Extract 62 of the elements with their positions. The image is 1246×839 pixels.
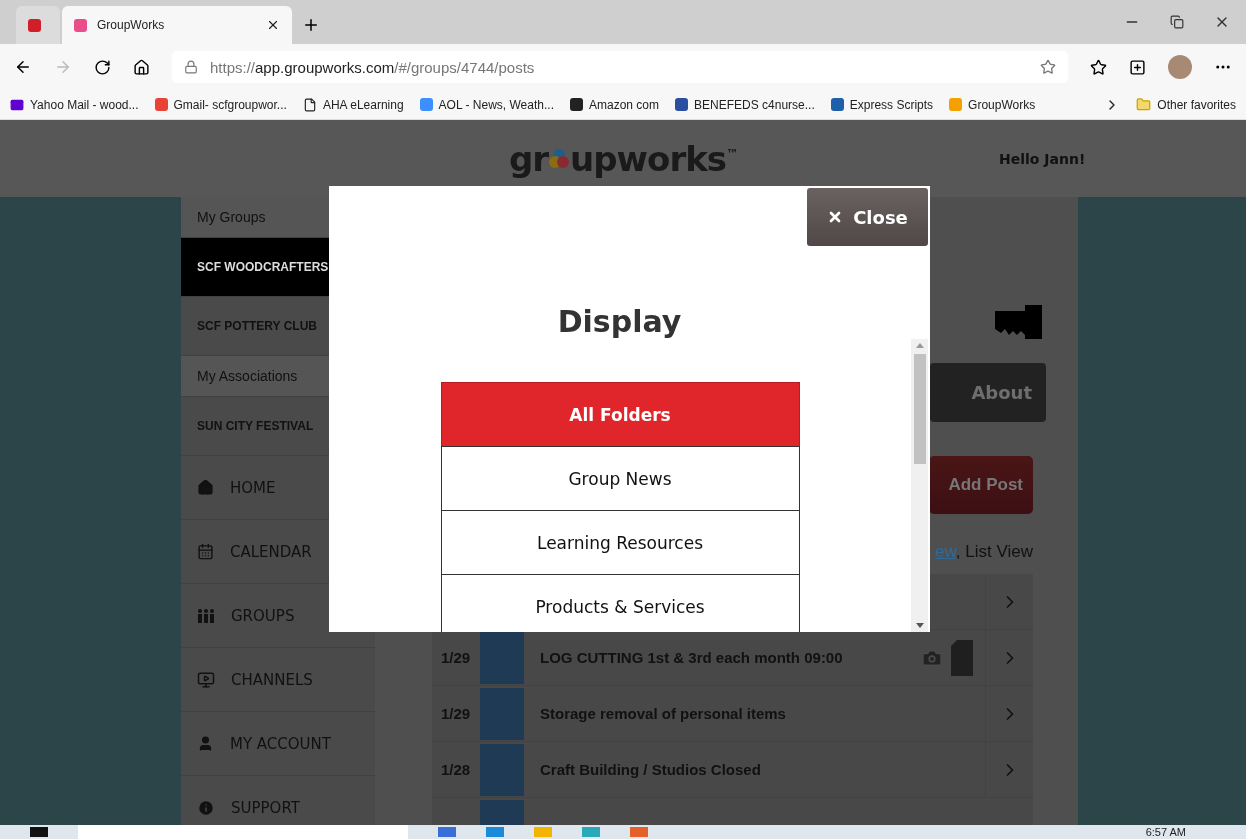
- bookmark-link[interactable]: Yahoo Mail - wood...: [10, 97, 139, 112]
- person-icon: [197, 735, 214, 752]
- reload-icon[interactable]: [94, 58, 111, 76]
- site-icon: [570, 98, 583, 111]
- mail-icon: [10, 97, 24, 112]
- bookmark-link[interactable]: GroupWorks: [949, 97, 1036, 112]
- site-icon: [419, 98, 433, 111]
- bookmark-link[interactable]: AHA eLearning: [302, 97, 404, 112]
- greeting: Hello Jann!: [999, 150, 1086, 167]
- folder-option[interactable]: Learning Resources: [440, 510, 800, 575]
- calendar-icon: [197, 543, 214, 560]
- view-options: ew, List View: [935, 542, 1033, 562]
- close-button[interactable]: Close: [807, 188, 928, 246]
- site-icon: [154, 98, 168, 111]
- folder-option[interactable]: All Folders: [440, 382, 800, 447]
- info-icon: [197, 798, 215, 817]
- new-tab-icon[interactable]: [302, 16, 320, 34]
- bookmark-folder[interactable]: Other favorites: [1136, 97, 1236, 112]
- profile-avatar[interactable]: [1168, 55, 1192, 79]
- bookmark-link[interactable]: AOL - News, Weath...: [419, 97, 554, 112]
- search-field[interactable]: [78, 825, 408, 839]
- back-icon[interactable]: [14, 58, 32, 76]
- site-icon: [74, 18, 87, 32]
- home-icon: [197, 479, 214, 496]
- add-post-button[interactable]: Add Post: [929, 456, 1033, 514]
- folder-option[interactable]: Products & Services: [440, 574, 800, 632]
- photo-placeholder: [480, 743, 524, 796]
- lock-icon: [184, 60, 198, 74]
- bookmark-link[interactable]: BENEFEDS c4nurse...: [675, 97, 815, 112]
- bookmark-link[interactable]: Amazon com: [570, 97, 659, 112]
- logo: gr upworks™: [508, 138, 737, 179]
- close-icon[interactable]: [266, 18, 280, 32]
- favorites-icon[interactable]: [1090, 58, 1107, 76]
- site-icon: [28, 18, 41, 32]
- forward-icon[interactable]: [54, 58, 72, 76]
- scroll-up-icon[interactable]: [915, 343, 924, 348]
- about-button[interactable]: About: [930, 363, 1046, 422]
- site-icon: [675, 98, 688, 111]
- folder-icon: [1136, 97, 1152, 112]
- site-icon: [949, 98, 963, 111]
- saw-icon: [995, 305, 1042, 339]
- photo-placeholder: [480, 687, 524, 740]
- folder-option[interactable]: Group News: [440, 446, 800, 511]
- clock: 6:57 AM: [1145, 826, 1186, 838]
- file-icon: [302, 97, 317, 112]
- address-field[interactable]: https://app.groupworks.com/#/groups/4744/posts: [172, 51, 1068, 83]
- bookmark-link[interactable]: Express Scripts: [830, 97, 934, 112]
- browser-tab[interactable]: GroupWorks: [62, 6, 292, 44]
- video-icon: [197, 670, 215, 689]
- people-icon: [197, 608, 215, 623]
- browser-tab[interactable]: [16, 6, 60, 44]
- photo-placeholder: [480, 631, 524, 684]
- scroll-down-icon[interactable]: [915, 623, 924, 628]
- site-icon: [830, 98, 844, 111]
- bookmark-link[interactable]: Gmail- scfgroupwor...: [154, 97, 287, 112]
- start-icon[interactable]: [30, 827, 48, 837]
- restore-icon[interactable]: [1170, 15, 1184, 29]
- dialog-title: Display: [556, 304, 683, 339]
- home-icon[interactable]: [133, 58, 150, 76]
- scrollbar[interactable]: [911, 339, 928, 632]
- collections-icon[interactable]: [1129, 58, 1146, 76]
- add-favorite-icon[interactable]: [1040, 59, 1056, 75]
